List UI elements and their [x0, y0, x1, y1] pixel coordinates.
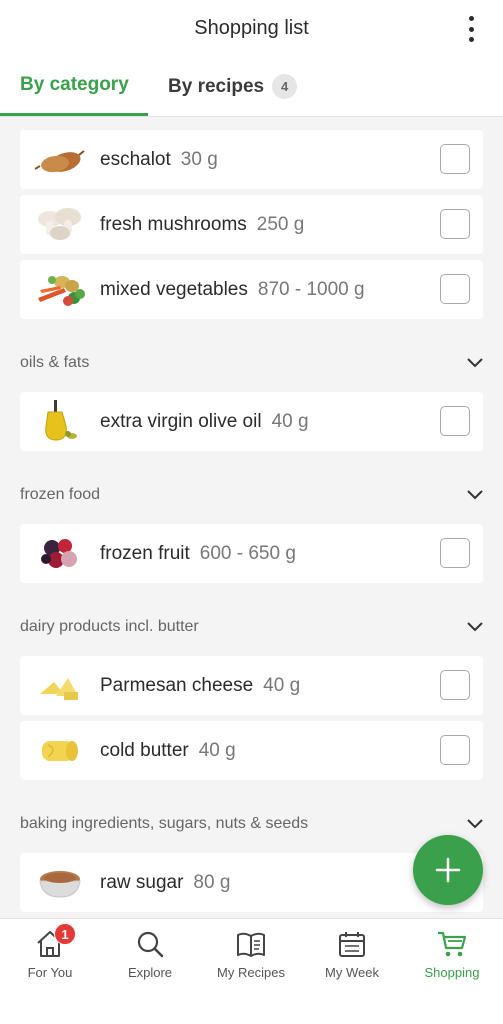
item-quantity: 600 - 650 g: [199, 542, 296, 564]
mushrooms-image: [38, 208, 81, 240]
plus-icon: [435, 857, 461, 883]
nav-label: My Week: [325, 965, 379, 980]
list-item[interactable]: eschalot 30 g: [20, 130, 483, 189]
cheese-image: [40, 678, 78, 700]
olive-oil-image: [45, 400, 77, 441]
item-quantity: 40 g: [263, 674, 301, 696]
item-name: mixed vegetables: [100, 278, 248, 300]
search-icon: [137, 931, 164, 958]
list-item[interactable]: fresh mushrooms 250 g: [20, 195, 483, 254]
active-tab-indicator: [0, 113, 148, 116]
chevron-down-icon[interactable]: [467, 490, 483, 500]
nav-label: My Recipes: [217, 965, 285, 980]
tab-by-category-label: By category: [20, 74, 129, 95]
item-name: eschalot: [100, 148, 171, 170]
item-checkbox[interactable]: [440, 144, 470, 174]
notification-badge: 1: [54, 923, 76, 945]
butter-image: [42, 741, 78, 761]
nav-shopping[interactable]: Shopping: [402, 919, 502, 989]
category-header-frozen-food[interactable]: frozen food: [20, 480, 483, 510]
item-quantity: 40 g: [271, 410, 309, 432]
item-name: fresh mushrooms: [100, 213, 247, 235]
item-checkbox[interactable]: [440, 406, 470, 436]
cart-icon: [438, 931, 467, 957]
page-title: Shopping list: [194, 17, 309, 39]
item-quantity: 80 g: [193, 871, 231, 893]
item-name: cold butter: [100, 739, 189, 761]
item-checkbox[interactable]: [440, 735, 470, 765]
list-item[interactable]: mixed vegetables 870 - 1000 g: [20, 260, 483, 319]
list-item[interactable]: Parmesan cheese 40 g: [20, 656, 483, 715]
chevron-down-icon[interactable]: [467, 622, 483, 632]
vegetables-image: [38, 276, 85, 306]
tab-by-category[interactable]: By category: [20, 74, 129, 96]
nav-label: Explore: [127, 965, 173, 980]
item-name: Parmesan cheese: [100, 674, 254, 696]
sugar-bowl-image: [39, 871, 81, 898]
list-item[interactable]: frozen fruit 600 - 650 g: [20, 524, 483, 583]
item-checkbox[interactable]: [440, 274, 470, 304]
calendar-icon: [339, 932, 365, 957]
chevron-down-icon[interactable]: [467, 819, 483, 829]
nav-my-week[interactable]: My Week: [302, 919, 402, 989]
category-header-dairy[interactable]: dairy products incl. butter: [20, 612, 483, 642]
item-name: extra virgin olive oil: [100, 410, 262, 432]
category-label: baking ingredients, sugars, nuts & seeds: [20, 815, 309, 832]
category-header-oils-fats[interactable]: oils & fats: [20, 348, 483, 378]
item-quantity: 40 g: [198, 739, 236, 761]
list-item[interactable]: cold butter 40 g: [20, 721, 483, 780]
more-options-icon[interactable]: [465, 16, 477, 42]
shopping-list[interactable]: eschalot 30 g fresh mushrooms 250 g mixe…: [0, 117, 503, 918]
tab-by-recipes-label: By recipes: [168, 75, 265, 97]
item-checkbox[interactable]: [440, 538, 470, 568]
berries-image: [41, 539, 77, 568]
add-item-button[interactable]: [413, 835, 483, 905]
top-app-bar: Shopping list By category By recipes 4: [0, 0, 503, 117]
tab-by-recipes[interactable]: By recipes 4: [168, 74, 298, 99]
item-quantity: 250 g: [256, 213, 305, 235]
list-item[interactable]: extra virgin olive oil 40 g: [20, 392, 483, 451]
item-name: frozen fruit: [100, 542, 190, 564]
nav-my-recipes[interactable]: My Recipes: [201, 919, 301, 989]
recipes-count-badge: 4: [272, 74, 298, 99]
shallot-image: [34, 150, 85, 173]
category-label: frozen food: [20, 486, 101, 503]
chevron-down-icon[interactable]: [467, 358, 483, 368]
category-label: dairy products incl. butter: [20, 618, 199, 635]
bottom-navigation: 1 For You Explore My Recipes My Week Sho…: [0, 918, 503, 1024]
nav-label: For You: [27, 965, 73, 980]
book-icon: [237, 932, 265, 957]
nav-label: Shopping: [424, 965, 480, 980]
category-label: oils & fats: [20, 354, 90, 371]
item-quantity: 870 - 1000 g: [257, 278, 365, 300]
item-quantity: 30 g: [180, 148, 218, 170]
nav-for-you[interactable]: 1 For You: [0, 919, 100, 989]
item-checkbox[interactable]: [440, 209, 470, 239]
category-header-baking[interactable]: baking ingredients, sugars, nuts & seeds: [20, 809, 483, 839]
item-checkbox[interactable]: [440, 670, 470, 700]
nav-explore[interactable]: Explore: [100, 919, 200, 989]
item-name: raw sugar: [100, 871, 184, 893]
